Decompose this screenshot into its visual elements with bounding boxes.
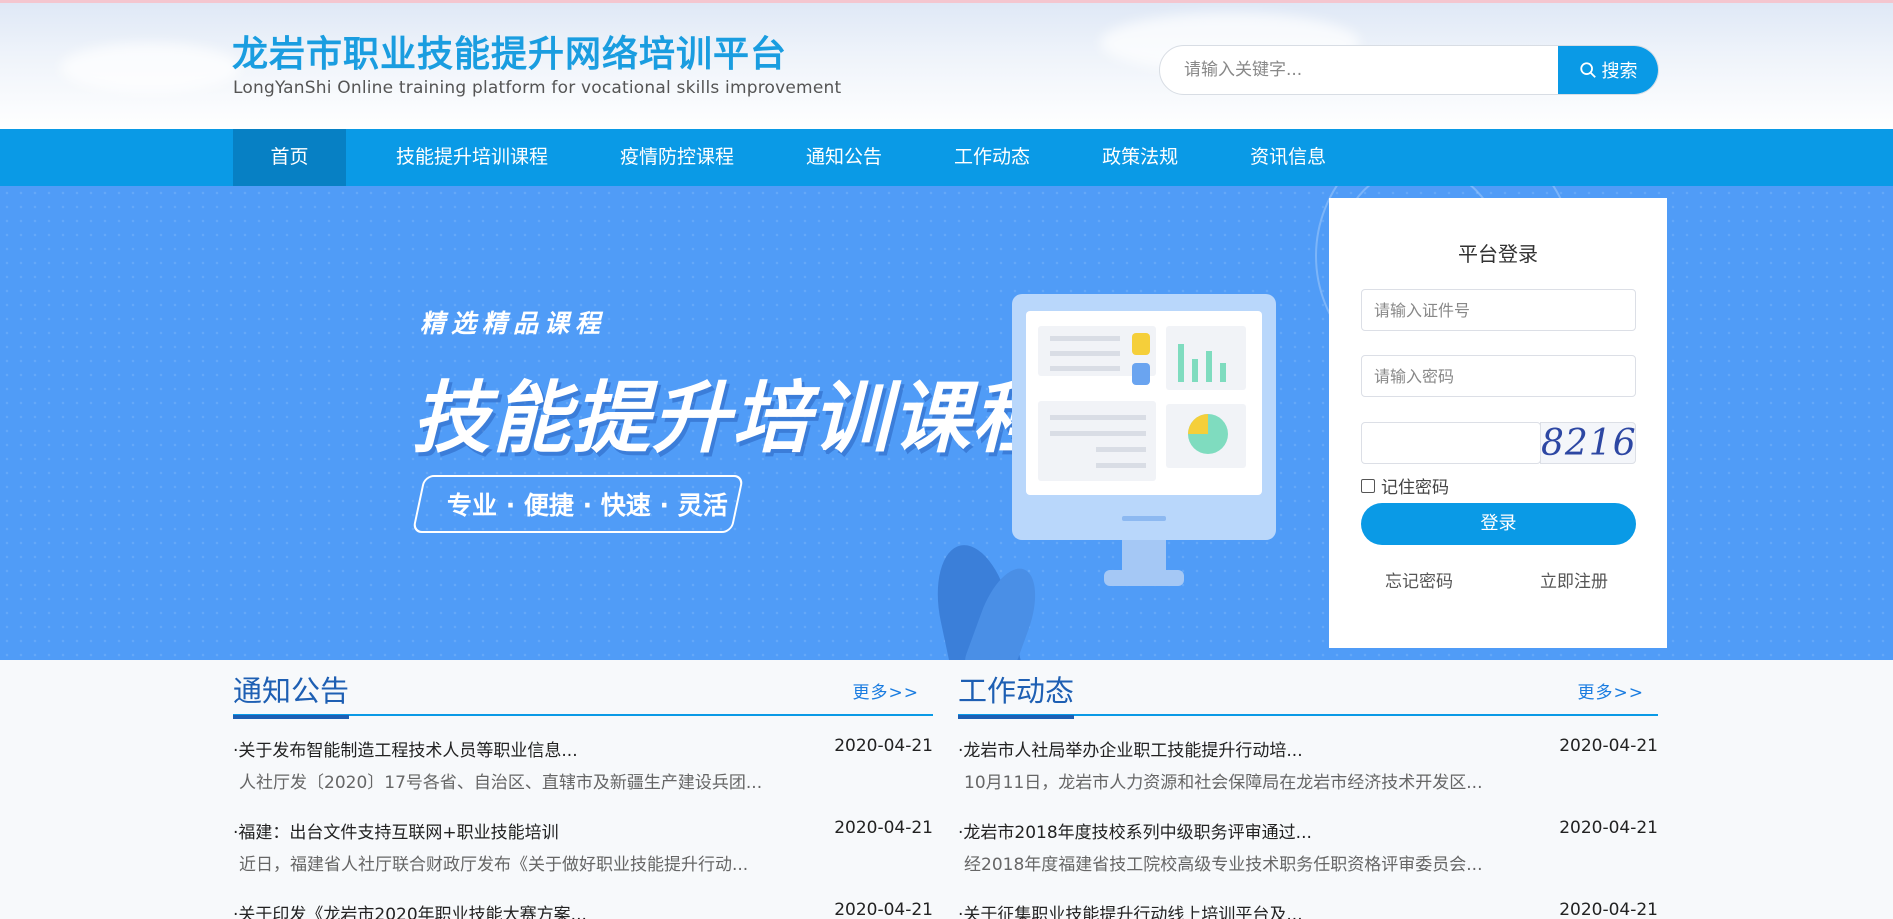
news-title[interactable]: ·关于发布智能制造工程技术人员等职业信息... <box>233 736 578 761</box>
notices-more-link[interactable]: 更多>> <box>853 678 920 703</box>
main-nav: 首页 技能提升培训课程 疫情防控课程 通知公告 工作动态 政策法规 资讯信息 <box>0 129 1893 186</box>
nav-item-info[interactable]: 资讯信息 <box>1214 129 1362 186</box>
search-button-label: 搜索 <box>1601 61 1638 82</box>
site-subtitle: LongYanShi Online training platform for … <box>233 78 842 98</box>
news-summary: 10月11日，龙岩市人力资源和社会保障局在龙岩市经济技术开发区... <box>964 773 1483 793</box>
remember-label: 记住密码 <box>1381 478 1449 498</box>
search-box: 搜索 <box>1159 45 1659 95</box>
site-header: 龙岩市职业技能提升网络培训平台 LongYanShi Online traini… <box>0 0 1893 129</box>
remember-checkbox[interactable] <box>1361 478 1375 493</box>
news-title[interactable]: ·关于印发《龙岩市2020年职业技能大赛方案... <box>233 900 587 919</box>
nav-item-work-news[interactable]: 工作动态 <box>918 129 1066 186</box>
list-item[interactable]: ·龙岩市人社局举办企业职工技能提升行动培... 2020-04-21 10月11… <box>958 716 1658 798</box>
list-item[interactable]: ·福建：出台文件支持互联网+职业技能培训 2020-04-21 近日，福建省人社… <box>233 798 933 880</box>
news-summary: 人社厅发〔2020〕17号各省、自治区、直辖市及新疆生产建设兵团... <box>239 773 763 793</box>
nav-item-policies[interactable]: 政策法规 <box>1066 129 1214 186</box>
search-button[interactable]: 搜索 <box>1558 46 1658 94</box>
notices-section: 通知公告 更多>> ·关于发布智能制造工程技术人员等职业信息... 2020-0… <box>233 660 933 919</box>
work-news-heading: 工作动态 <box>958 668 1075 719</box>
news-title[interactable]: ·关于征集职业技能提升行动线上培训平台及... <box>958 900 1303 919</box>
nav-item-home[interactable]: 首页 <box>233 129 346 186</box>
header-cloud-decoration <box>60 43 240 93</box>
banner-kicker: 精选精品课程 <box>420 309 607 338</box>
news-date: 2020-04-21 <box>834 818 933 838</box>
search-input[interactable] <box>1160 46 1560 94</box>
register-link[interactable]: 立即注册 <box>1540 567 1608 592</box>
news-title[interactable]: ·福建：出台文件支持互联网+职业技能培训 <box>233 818 559 843</box>
list-item[interactable]: ·关于征集职业技能提升行动线上培训平台及... 2020-04-21 <box>958 880 1658 919</box>
work-news-section: 工作动态 更多>> ·龙岩市人社局举办企业职工技能提升行动培... 2020-0… <box>958 660 1658 919</box>
news-title[interactable]: ·龙岩市2018年度技校系列中级职务评审通过... <box>958 818 1312 843</box>
news-date: 2020-04-21 <box>834 736 933 756</box>
monitor-illustration <box>1012 294 1276 586</box>
list-item[interactable]: ·龙岩市2018年度技校系列中级职务评审通过... 2020-04-21 经20… <box>958 798 1658 880</box>
notices-heading: 通知公告 <box>233 668 350 719</box>
news-date: 2020-04-21 <box>834 900 933 919</box>
work-news-more-link[interactable]: 更多>> <box>1578 678 1645 703</box>
remember-password[interactable]: 记住密码 <box>1361 473 1449 498</box>
forgot-password-link[interactable]: 忘记密码 <box>1385 567 1453 592</box>
list-item[interactable]: ·关于印发《龙岩市2020年职业技能大赛方案... 2020-04-21 <box>233 880 933 919</box>
login-title: 平台登录 <box>1458 242 1538 266</box>
list-item[interactable]: ·关于发布智能制造工程技术人员等职业信息... 2020-04-21 人社厅发〔… <box>233 716 933 798</box>
id-number-field[interactable] <box>1361 289 1636 331</box>
login-panel: 平台登录 8216 记住密码 登录 忘记密码 立即注册 <box>1329 198 1667 648</box>
search-icon <box>1579 62 1596 78</box>
nav-item-notices[interactable]: 通知公告 <box>770 129 918 186</box>
captcha-input[interactable] <box>1361 422 1541 464</box>
news-date: 2020-04-21 <box>1559 818 1658 838</box>
news-date: 2020-04-21 <box>1559 736 1658 756</box>
news-summary: 经2018年度福建省技工院校高级专业技术职务任职资格评审委员会... <box>964 855 1483 875</box>
captcha-image[interactable]: 8216 <box>1540 422 1636 464</box>
news-summary: 近日，福建省人社厅联合财政厅发布《关于做好职业技能提升行动... <box>239 855 749 875</box>
nav-item-skills-courses[interactable]: 技能提升培训课程 <box>346 129 584 186</box>
nav-item-epidemic-courses[interactable]: 疫情防控课程 <box>584 129 770 186</box>
news-date: 2020-04-21 <box>1559 900 1658 919</box>
banner-tagline: 专业 · 便捷 · 快速 · 灵活 <box>447 491 728 520</box>
login-button[interactable]: 登录 <box>1361 503 1636 545</box>
password-field[interactable] <box>1361 355 1636 397</box>
banner-title: 技能提升培训课程 <box>412 374 1053 464</box>
news-title[interactable]: ·龙岩市人社局举办企业职工技能提升行动培... <box>958 736 1303 761</box>
site-title[interactable]: 龙岩市职业技能提升网络培训平台 <box>232 25 787 77</box>
